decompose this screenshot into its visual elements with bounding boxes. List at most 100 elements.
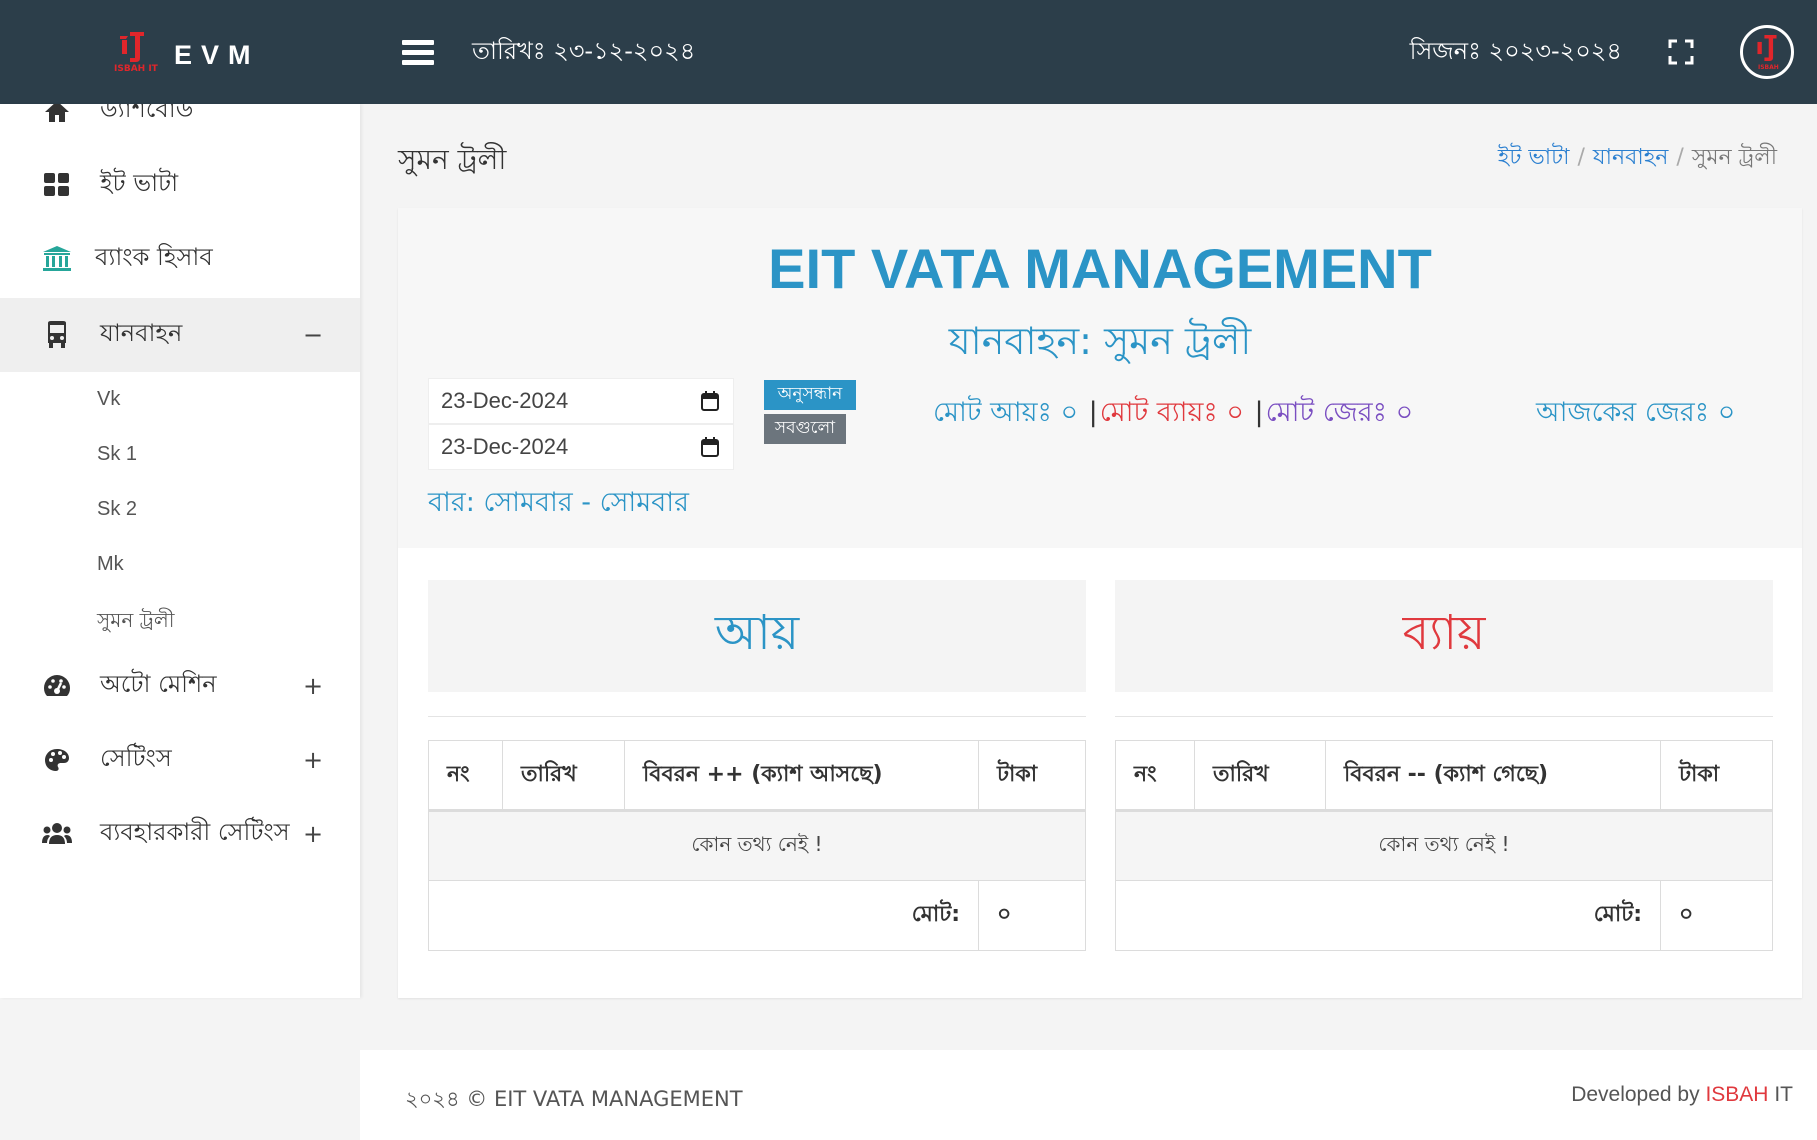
hamburger-line <box>402 50 434 55</box>
brand[interactable]: ISBAH IT EVM <box>112 30 260 80</box>
sidebar: ড্যাশবোর্ড ইট ভাটা ব্যাংক হিসাব যানবাহন … <box>0 104 360 998</box>
sidebar-subitem-vehicle[interactable]: Vk <box>97 388 120 411</box>
report-title: EIT VATA MANAGEMENT <box>768 237 1432 300</box>
column-header-description[interactable]: বিবরন ++ (ক্যাশ আসছে) <box>624 740 979 812</box>
column-header-amount[interactable]: টাকা <box>1660 740 1773 812</box>
sidebar-item-auto-machine[interactable]: অটো মেশিন + <box>0 649 360 723</box>
total-income: মোট আয়ঃ ০ <box>933 397 1079 428</box>
breadcrumb: ইট ভাটা / যানবাহন / সুমন ট্রলী <box>1498 140 1777 177</box>
footer: ২০২৪ © EIT VATA MANAGEMENT Developed by … <box>360 1050 1817 1140</box>
avatar-logo-icon <box>1757 35 1777 61</box>
date-to-value: 23-Dec-2024 <box>441 434 569 459</box>
current-season: সিজনঃ ২০২৩-২০২৪ <box>1409 37 1622 65</box>
current-date: তারিখঃ ২৩-১২-২০২৪ <box>472 37 696 65</box>
totals-separator: | <box>1254 397 1264 428</box>
expand-icon[interactable]: + <box>303 746 323 774</box>
report-subtitle: যানবাহন: সুমন ট্রলী <box>948 319 1252 363</box>
table-total-row: মোট: ০ <box>428 880 1086 951</box>
isbah-logo-icon <box>120 32 144 62</box>
breadcrumb-current: সুমন ট্রলী <box>1691 145 1777 170</box>
sidebar-subitem-vehicle[interactable]: সুমন ট্রলী <box>97 606 174 639</box>
income-heading: আয় <box>428 580 1086 692</box>
sidebar-item-label: যানবাহন <box>100 319 183 347</box>
expense-heading: ব্যায় <box>1115 580 1773 692</box>
empty-message: কোন তথ্য নেই ! <box>428 810 1086 881</box>
day-range: বার: সোমবার - সোমবার <box>428 487 689 518</box>
avatar-logo-sub: ISBAH <box>1758 64 1779 71</box>
search-button[interactable]: অনুসন্ধান <box>764 380 856 410</box>
palette-icon <box>42 745 72 775</box>
table-header-row: নং তারিখ বিবরন ++ (ক্যাশ আসছে) টাকা <box>428 740 1086 812</box>
brand-logo: ISBAH IT <box>112 30 158 80</box>
total-expense: মোট ব্যায়ঃ ০ <box>1099 397 1244 428</box>
footer-dev-link[interactable]: ISBAH <box>1705 1083 1768 1106</box>
sidebar-subitem-vehicle[interactable]: Sk 2 <box>97 498 137 521</box>
calendar-icon[interactable] <box>701 437 719 457</box>
table-row: কোন তথ্য নেই ! <box>428 810 1086 881</box>
date-to-input[interactable]: 23-Dec-2024 <box>428 424 734 470</box>
table-row: কোন তথ্য নেই ! <box>1115 810 1773 881</box>
sidebar-item-label: ব্যাংক হিসাব <box>95 243 213 271</box>
sidebar-item-settings[interactable]: সেটিংস + <box>0 723 360 797</box>
show-all-button[interactable]: সবগুলো <box>764 414 846 444</box>
totals-summary: মোট আয়ঃ ০ |মোট ব্যায়ঃ ০ |মোট জেরঃ ০ <box>933 392 1413 437</box>
footer-dev-suffix: IT <box>1774 1083 1793 1106</box>
sidebar-item-label: সেটিংস <box>100 744 172 772</box>
expand-icon[interactable]: + <box>303 672 323 700</box>
footer-credit: Developed by ISBAH IT <box>1571 1083 1793 1107</box>
column-header-amount[interactable]: টাকা <box>978 740 1086 812</box>
brand-name: EVM <box>174 39 260 70</box>
total-label: মোট: <box>1115 880 1661 951</box>
sidebar-subitem-vehicle[interactable]: Sk 1 <box>97 443 137 466</box>
top-navbar: ISBAH IT EVM তারিখঃ ২৩-১২-২০২৪ সিজনঃ ২০২… <box>0 0 1817 104</box>
footer-copyright: ২০২৪ © EIT VATA MANAGEMENT <box>405 1087 743 1111</box>
expand-icon[interactable]: + <box>303 820 323 848</box>
sidebar-subitem-vehicle[interactable]: Mk <box>97 553 124 576</box>
report-card: EIT VATA MANAGEMENT যানবাহন: সুমন ট্রলী … <box>398 208 1802 998</box>
hamburger-line <box>402 60 434 65</box>
sidebar-item-label: ইট ভাটা <box>100 169 179 197</box>
brand-logo-sub: ISBAH IT <box>114 64 158 74</box>
table-header-row: নং তারিখ বিবরন -- (ক্যাশ গেছে) টাকা <box>1115 740 1773 812</box>
table-total-row: মোট: ০ <box>1115 880 1773 951</box>
sidebar-item-user-settings[interactable]: ব্যবহারকারী সেটিংস + <box>0 797 360 871</box>
date-from-input[interactable]: 23-Dec-2024 <box>428 378 734 424</box>
total-value: ০ <box>1660 880 1773 951</box>
empty-message: কোন তথ্য নেই ! <box>1115 810 1773 881</box>
totals-separator: | <box>1088 397 1098 428</box>
column-header-serial[interactable]: নং <box>428 740 503 812</box>
income-panel: আয় <box>428 580 1086 717</box>
user-avatar[interactable]: ISBAH <box>1740 25 1794 79</box>
sidebar-item-label: ব্যবহারকারী সেটিংস <box>100 818 290 846</box>
income-table: নং তারিখ বিবরন ++ (ক্যাশ আসছে) টাকা কোন … <box>428 740 1086 951</box>
expense-panel: ব্যায় <box>1115 580 1773 717</box>
sidebar-item-brick-kiln[interactable]: ইট ভাটা <box>0 148 360 222</box>
calendar-icon[interactable] <box>701 391 719 411</box>
collapse-icon[interactable]: − <box>303 321 323 349</box>
sidebar-item-vehicles[interactable]: যানবাহন − <box>0 298 360 372</box>
column-header-description[interactable]: বিবরন -- (ক্যাশ গেছে) <box>1325 740 1661 812</box>
breadcrumb-link-vehicles[interactable]: যানবাহন <box>1593 145 1669 170</box>
total-balance: মোট জেরঃ ০ <box>1265 397 1414 428</box>
breadcrumb-link-brick-kiln[interactable]: ইট ভাটা <box>1498 145 1570 170</box>
divider <box>428 716 1086 717</box>
column-header-serial[interactable]: নং <box>1115 740 1195 812</box>
home-icon <box>42 104 72 126</box>
fullscreen-icon[interactable] <box>1668 39 1694 65</box>
footer-developed-by: Developed by <box>1571 1083 1700 1106</box>
breadcrumb-separator: / <box>1676 145 1684 170</box>
total-value: ০ <box>978 880 1086 951</box>
today-balance: আজকের জেরঃ ০ <box>1536 397 1736 428</box>
bus-icon <box>42 320 72 350</box>
page-title: সুমন ট্রলী <box>398 143 507 176</box>
sidebar-item-dashboard[interactable]: ড্যাশবোর্ড <box>0 104 360 148</box>
column-header-date[interactable]: তারিখ <box>1194 740 1326 812</box>
column-header-date[interactable]: তারিখ <box>502 740 625 812</box>
grid-icon <box>42 170 72 200</box>
date-from-value: 23-Dec-2024 <box>441 388 569 413</box>
menu-toggle-button[interactable] <box>402 40 434 66</box>
bank-icon <box>42 244 72 274</box>
divider <box>1115 716 1773 717</box>
sidebar-item-bank-account[interactable]: ব্যাংক হিসাব <box>0 222 360 296</box>
report-header: EIT VATA MANAGEMENT যানবাহন: সুমন ট্রলী … <box>398 208 1802 548</box>
